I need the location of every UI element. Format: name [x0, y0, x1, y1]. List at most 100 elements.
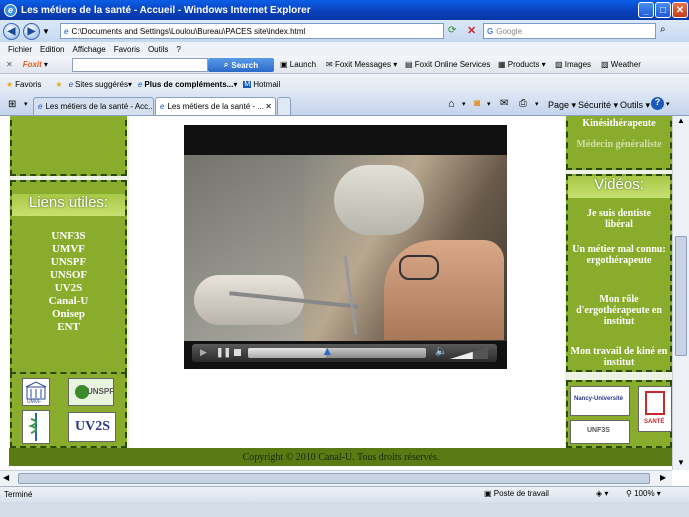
scroll-down-icon[interactable]: ▼: [677, 458, 685, 467]
link-uv2s[interactable]: UV2S: [12, 282, 125, 294]
page-icon: e: [64, 26, 69, 36]
minimize-button[interactable]: _: [638, 2, 654, 18]
zoom-icon: ⚲: [626, 489, 635, 498]
volume-slider[interactable]: [450, 347, 488, 359]
security-menu[interactable]: Sécurité ▾: [578, 100, 618, 111]
refresh-icon[interactable]: ⟳: [448, 25, 456, 36]
foxit-images[interactable]: ▨ Images: [555, 60, 591, 69]
vertical-scrollbar[interactable]: ▲ ▼: [672, 116, 689, 470]
unspf-logo[interactable]: UNSPF: [68, 378, 114, 406]
protected-mode-icon[interactable]: ◈ ▾: [596, 489, 608, 498]
foxit-brand[interactable]: Foxit: [23, 60, 42, 69]
foxit-messages[interactable]: ✉ Foxit Messages ▾: [326, 60, 397, 69]
horizontal-scroll-thumb[interactable]: [18, 473, 650, 484]
snake-logo[interactable]: [22, 410, 50, 444]
stop-icon[interactable]: [234, 349, 241, 356]
video-player[interactable]: ▶ ❚❚ ▲ 🔈: [184, 125, 507, 369]
zoom-control[interactable]: ⚲ 100% ▾: [626, 489, 661, 498]
progress-knob-icon[interactable]: ▲: [321, 344, 333, 358]
link-unsof[interactable]: UNSOF: [12, 269, 125, 281]
print-dropdown-icon[interactable]: ▾: [535, 100, 539, 108]
help-dropdown-icon[interactable]: ▾: [666, 100, 670, 108]
link-unspf[interactable]: UNSPF: [12, 256, 125, 268]
feeds-dropdown-icon[interactable]: ▾: [487, 100, 491, 108]
foxit-online-label: Foxit Online Services: [414, 60, 491, 69]
home-dropdown-icon[interactable]: ▾: [462, 100, 466, 108]
tab-accueil-2[interactable]: e Les métiers de la santé - ... ✕: [155, 97, 276, 115]
menu-favoris[interactable]: Favoris: [114, 45, 140, 54]
tab-accueil-1[interactable]: e Les métiers de la santé - Acc...: [33, 97, 154, 115]
history-dropdown-icon[interactable]: ▼: [42, 27, 50, 36]
menu-help[interactable]: ?: [176, 45, 180, 54]
link-ent[interactable]: ENT: [12, 321, 125, 333]
weather-icon: ▧: [601, 60, 611, 69]
back-button[interactable]: ◀: [3, 22, 20, 40]
scroll-up-icon[interactable]: ▲: [677, 116, 685, 125]
video-link-ergotherapeute[interactable]: Un métier mal connu: ergothérapeute: [568, 244, 670, 266]
scroll-left-icon[interactable]: ◀: [3, 473, 9, 482]
foxit-search-input[interactable]: [72, 58, 208, 72]
vertical-scroll-thumb[interactable]: [675, 236, 687, 356]
liens-utiles-box: Liens utiles: UNF3S UMVF UNSPF UNSOF UV2…: [10, 180, 127, 374]
tab-label: Les métiers de la santé - Acc...: [45, 102, 154, 111]
play-icon[interactable]: ▶: [200, 347, 207, 358]
menu-fichier[interactable]: Fichier: [8, 45, 32, 54]
tab-close-icon[interactable]: ✕: [265, 102, 272, 111]
pause-icon[interactable]: ❚❚: [216, 347, 231, 358]
feeds-icon[interactable]: ◙: [474, 98, 480, 109]
video-link-kine[interactable]: Mon travail de kiné en institut: [568, 346, 670, 368]
link-umvf[interactable]: UMVF: [12, 243, 125, 255]
unf3s-logo[interactable]: UNF3S: [570, 420, 630, 444]
mail-icon[interactable]: ✉: [500, 98, 508, 109]
foxit-online[interactable]: ▤ Foxit Online Services: [405, 60, 490, 69]
maximize-button[interactable]: □: [655, 2, 671, 18]
search-icon[interactable]: ⌕: [660, 24, 666, 35]
link-kinesitherapeute[interactable]: Kinésithérapeute: [568, 118, 670, 129]
foxit-search-button[interactable]: ⌕ Search: [208, 58, 274, 72]
volume-icon[interactable]: 🔈: [435, 346, 447, 357]
fav-suggested-sites[interactable]: Sites suggérés: [75, 80, 128, 89]
scroll-right-icon[interactable]: ▶: [660, 473, 666, 482]
favorites-button[interactable]: Favoris: [15, 80, 41, 89]
foxit-launch[interactable]: ▣ Launch: [280, 60, 316, 69]
add-favorite-icon[interactable]: ★: [55, 80, 62, 89]
sante-logo[interactable]: SANTÉ: [638, 386, 672, 432]
address-input[interactable]: e C:\Documents and Settings\Loulou\Burea…: [60, 23, 444, 39]
video-link-role-ergotherapeute[interactable]: Mon rôle d'ergothérapeute en institut: [568, 294, 670, 327]
videos-box: Vidéos: Je suis dentiste libéral Un méti…: [566, 174, 672, 372]
fav-more-addons[interactable]: Plus de compléments...: [144, 80, 233, 89]
menu-affichage[interactable]: Affichage: [72, 45, 105, 54]
progress-bar[interactable]: ▲: [248, 344, 426, 358]
fav-hotmail[interactable]: Hotmail: [253, 80, 280, 89]
link-canal-u[interactable]: Canal-U: [12, 295, 125, 307]
zone-label: Poste de travail: [493, 489, 549, 498]
forward-button[interactable]: ▶: [23, 22, 40, 40]
menu-outils[interactable]: Outils: [148, 45, 168, 54]
foxit-dropdown-icon[interactable]: ▾: [44, 60, 48, 69]
close-button[interactable]: ✕: [672, 2, 688, 18]
foxit-messages-label: Foxit Messages: [334, 60, 391, 69]
print-icon[interactable]: ⎙: [519, 98, 527, 109]
new-tab-button[interactable]: [277, 97, 291, 115]
foxit-weather[interactable]: ▧ Weather: [601, 60, 641, 69]
umvf-logo[interactable]: UMVF: [22, 378, 50, 406]
link-medecin-generaliste[interactable]: Médecin généraliste: [568, 139, 670, 150]
help-icon[interactable]: ?: [651, 97, 664, 110]
menu-bar: Fichier Edition Affichage Favoris Outils…: [0, 42, 689, 56]
toolbar-close-icon[interactable]: ✕: [6, 60, 13, 69]
tab-list-icon[interactable]: ▾: [24, 100, 28, 108]
uv2s-logo[interactable]: UV2S: [68, 412, 116, 442]
tools-menu[interactable]: Outils ▾: [620, 100, 650, 111]
nancy-universite-logo[interactable]: Nancy-Université: [570, 386, 630, 416]
horizontal-scrollbar[interactable]: ◀ ▶: [0, 470, 672, 486]
video-link-dentiste[interactable]: Je suis dentiste libéral: [568, 208, 670, 230]
search-input[interactable]: G Google: [483, 23, 656, 39]
page-menu[interactable]: Page ▾: [548, 100, 576, 111]
home-icon[interactable]: ⌂: [448, 98, 455, 110]
menu-edition[interactable]: Edition: [40, 45, 64, 54]
stop-icon[interactable]: ✕: [467, 24, 476, 37]
quick-tabs-icon[interactable]: ⊞: [8, 99, 16, 110]
link-onisep[interactable]: Onisep: [12, 308, 125, 320]
link-unf3s[interactable]: UNF3S: [12, 230, 125, 242]
foxit-products[interactable]: ▦ Products ▾: [498, 60, 546, 69]
